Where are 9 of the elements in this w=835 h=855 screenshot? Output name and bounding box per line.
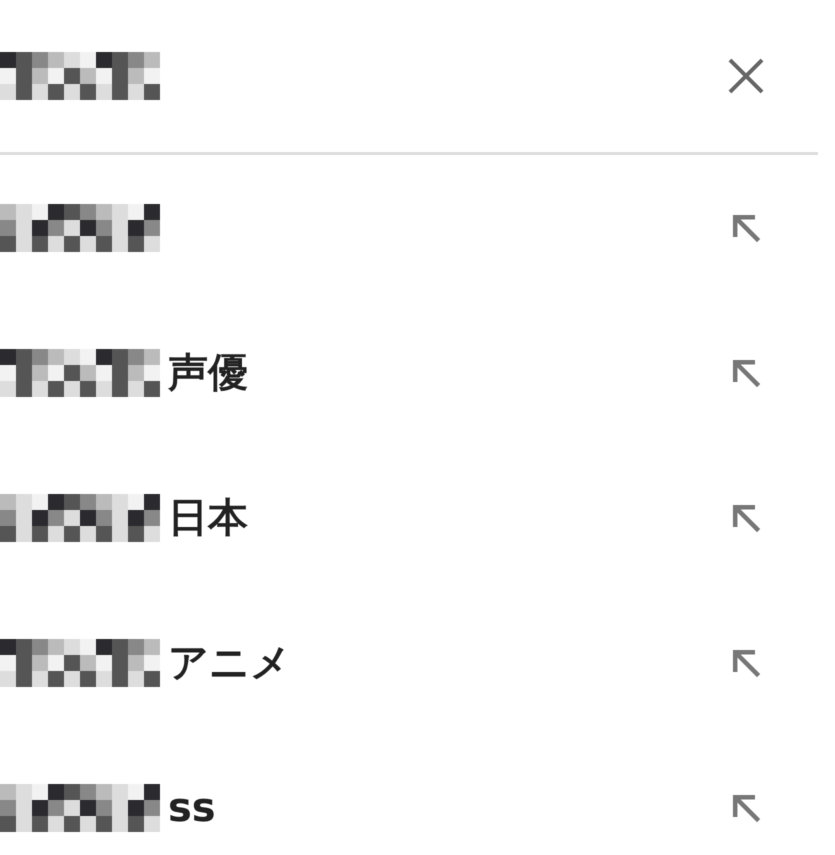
suggestion-item[interactable]: 声優: [0, 300, 818, 445]
close-icon[interactable]: [726, 56, 766, 96]
suggestion-text: 声優: [168, 349, 248, 398]
suggestion-text: ss: [168, 784, 216, 830]
suggestion-item[interactable]: 日本: [0, 445, 818, 590]
suggestion-text: アニメ: [168, 639, 291, 688]
suggestion-text: 日本: [168, 494, 248, 543]
suggestion-item[interactable]: アニメ: [0, 590, 818, 735]
suggestion-item[interactable]: ss: [0, 735, 818, 855]
